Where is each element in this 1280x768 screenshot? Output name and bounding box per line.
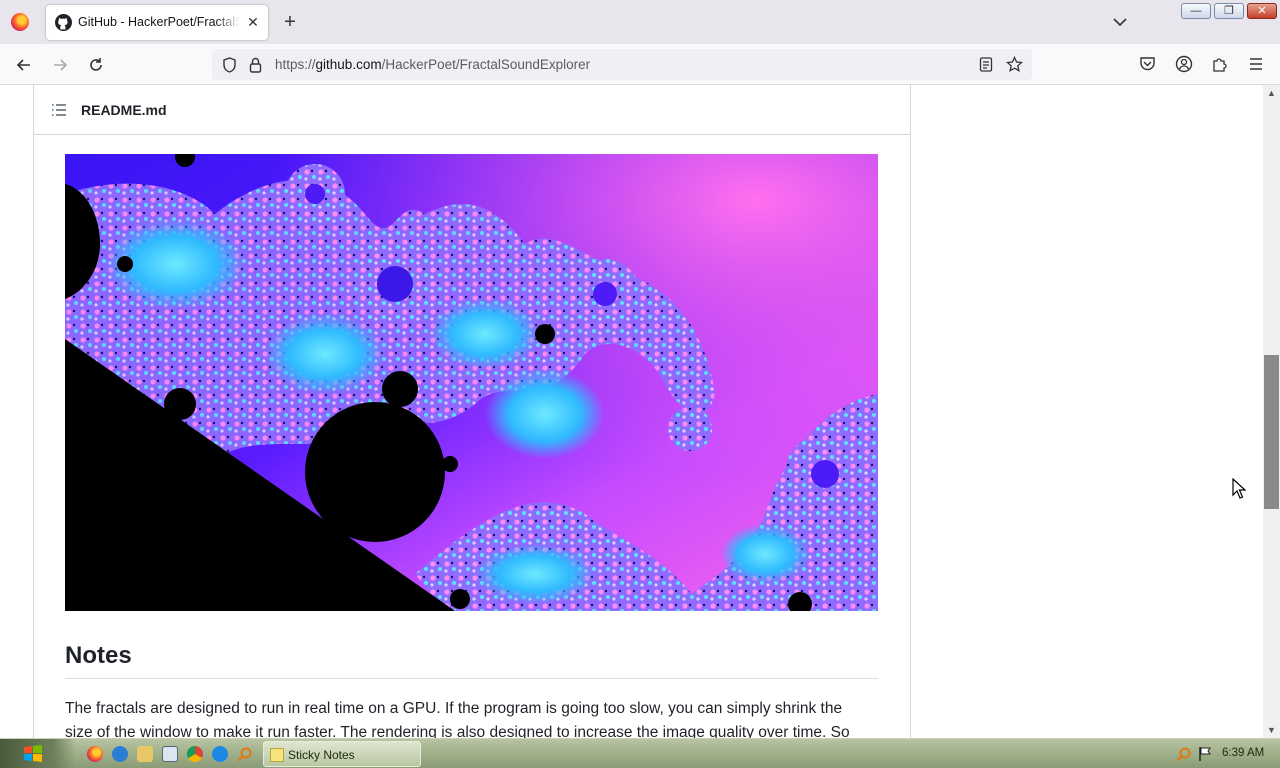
browser-tab[interactable]: GitHub - HackerPoet/FractalSoundExplorer…: [46, 5, 268, 40]
tab-bar: GitHub - HackerPoet/FractalSoundExplorer…: [0, 0, 1280, 44]
flag-icon[interactable]: [1198, 746, 1212, 762]
github-icon: [55, 14, 72, 31]
reload-button[interactable]: [83, 52, 109, 78]
explorer-quicklaunch-icon[interactable]: [137, 746, 153, 762]
navigation-toolbar: https://github.com/HackerPoet/FractalSou…: [0, 44, 1280, 85]
tab-title: GitHub - HackerPoet/FractalSoundExplorer: [78, 15, 240, 29]
scroll-thumb[interactable]: [1264, 355, 1279, 509]
readme-title: README.md: [81, 102, 167, 118]
chrome-quicklaunch-icon[interactable]: [187, 746, 203, 762]
taskbar: Sticky Notes 6:39 AM: [0, 738, 1280, 768]
scroll-up-arrow[interactable]: ▲: [1263, 85, 1280, 101]
scroll-down-arrow[interactable]: ▼: [1263, 722, 1280, 738]
system-clock[interactable]: 6:39 AM: [1222, 747, 1264, 759]
pocket-icon[interactable]: [1139, 56, 1156, 72]
readme-header: README.md: [34, 85, 910, 135]
reload-icon: [90, 58, 102, 71]
notes-line-1: The fractals are designed to run in real…: [65, 700, 843, 717]
forward-icon: [54, 59, 68, 71]
browser-quicklaunch-icon[interactable]: [212, 746, 228, 762]
list-all-tabs-button[interactable]: [1110, 13, 1130, 31]
tray-search-icon[interactable]: [1176, 746, 1192, 762]
back-button[interactable]: [11, 52, 37, 78]
windows-start-icon: [24, 745, 42, 762]
new-tab-button[interactable]: +: [280, 11, 300, 33]
url-text[interactable]: https://github.com/HackerPoet/FractalSou…: [275, 57, 590, 72]
notes-line-2: size of the window to make it run faster…: [65, 724, 850, 738]
mouse-cursor-icon: [1232, 478, 1246, 499]
minimize-button[interactable]: —: [1181, 3, 1211, 19]
heading-divider: [65, 678, 878, 679]
fractal-image: [65, 154, 878, 611]
close-window-button[interactable]: ✕: [1247, 3, 1277, 19]
firefox-quicklaunch-icon[interactable]: [87, 746, 103, 762]
firefox-icon[interactable]: [11, 13, 29, 31]
account-icon[interactable]: [1175, 55, 1193, 73]
lock-icon[interactable]: [249, 57, 262, 73]
notes-paragraph: The fractals are designed to run in real…: [65, 697, 878, 738]
start-button[interactable]: [0, 739, 76, 768]
restore-button[interactable]: ❐: [1214, 3, 1244, 19]
url-host: github.com: [315, 57, 382, 72]
sticky-notes-icon: [270, 748, 284, 762]
extensions-icon[interactable]: [1211, 55, 1229, 73]
notepad-quicklaunch-icon[interactable]: [162, 746, 178, 762]
address-bar[interactable]: https://github.com/HackerPoet/FractalSou…: [212, 49, 1032, 80]
page-content: README.md Notes The fractals are designe…: [0, 85, 1263, 738]
toc-icon[interactable]: [51, 102, 67, 118]
tab-close-button[interactable]: ✕: [245, 13, 261, 31]
forward-button[interactable]: [47, 52, 73, 78]
vertical-scrollbar[interactable]: ▲ ▼: [1263, 85, 1280, 738]
taskbar-item-sticky-notes[interactable]: Sticky Notes: [263, 741, 421, 767]
search-quicklaunch-icon[interactable]: [237, 746, 253, 762]
reader-icon[interactable]: [979, 57, 993, 72]
menu-icon[interactable]: [1248, 56, 1264, 72]
back-icon: [16, 59, 30, 71]
ie-quicklaunch-icon[interactable]: [112, 746, 128, 762]
notes-heading: Notes: [65, 642, 132, 669]
url-scheme: https://: [275, 57, 316, 72]
shield-icon[interactable]: [222, 57, 237, 73]
url-path: /HackerPoet/FractalSoundExplorer: [381, 57, 591, 72]
bookmark-star-icon[interactable]: [1006, 56, 1023, 73]
search-icon: [237, 747, 252, 762]
taskbar-item-label: Sticky Notes: [288, 748, 355, 762]
